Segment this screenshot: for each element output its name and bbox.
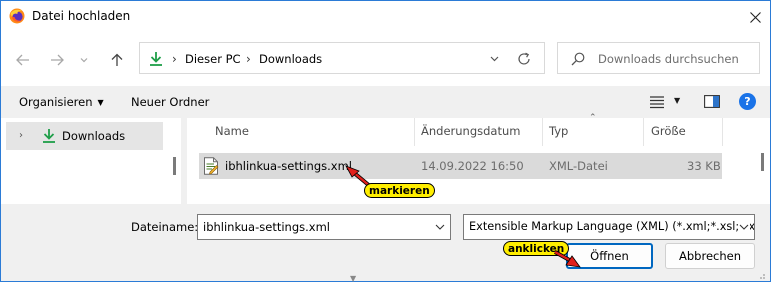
refresh-icon bbox=[518, 52, 530, 65]
column-header-date[interactable]: Änderungsdatum bbox=[421, 124, 520, 138]
breadcrumb-chevron-icon: › bbox=[172, 52, 177, 66]
dialog-footer: Dateiname: ibhlinkua-settings.xml Extens… bbox=[1, 204, 770, 282]
help-icon[interactable]: ? bbox=[739, 93, 756, 110]
title-bar: Datei hochladen bbox=[1, 1, 770, 32]
annotation-mark-label: markieren bbox=[364, 183, 435, 198]
address-row: › Dieser PC › Downloads Downloads durchs… bbox=[1, 32, 770, 86]
refresh-button[interactable] bbox=[515, 50, 533, 68]
preview-pane-icon[interactable] bbox=[704, 95, 720, 108]
nav-item-label: Downloads bbox=[62, 129, 126, 143]
cancel-button[interactable]: Abbrechen bbox=[665, 243, 755, 269]
organize-menu[interactable]: Organisieren ▼ bbox=[19, 95, 104, 109]
search-input[interactable]: Downloads durchsuchen bbox=[557, 42, 760, 74]
resize-handle-icon[interactable]: ▼ bbox=[350, 274, 356, 282]
caret-down-icon: ▼ bbox=[97, 98, 104, 107]
file-upload-dialog: Datei hochladen › Dieser PC › Downloads bbox=[0, 0, 771, 282]
file-size: 33 KB bbox=[687, 159, 721, 173]
window-title: Datei hochladen bbox=[32, 9, 131, 23]
column-divider[interactable] bbox=[414, 118, 415, 146]
annotation-arrow-click bbox=[554, 250, 581, 268]
filetype-value: Extensible Markup Language (XML) (*.xml;… bbox=[469, 220, 755, 233]
address-bar[interactable]: › Dieser PC › Downloads bbox=[139, 42, 545, 74]
resize-grip-icon[interactable] bbox=[756, 270, 766, 280]
nav-scrollbar-thumb[interactable] bbox=[173, 157, 176, 175]
file-list: Name Änderungsdatum Typ ⌃ Größe ibhlinku… bbox=[187, 113, 770, 204]
column-divider[interactable] bbox=[542, 118, 543, 146]
chevron-down-icon bbox=[490, 56, 498, 62]
organize-label: Organisieren bbox=[19, 95, 93, 109]
command-toolbar: Organisieren ▼ Neuer Ordner ▼ ? bbox=[1, 86, 770, 118]
search-placeholder: Downloads durchsuchen bbox=[598, 52, 739, 66]
xml-file-icon bbox=[204, 157, 219, 175]
forward-arrow-icon bbox=[51, 54, 64, 66]
sort-indicator-icon: ⌃ bbox=[589, 113, 597, 123]
file-date: 14.09.2022 16:50 bbox=[421, 159, 524, 173]
filename-label: Dateiname: bbox=[131, 220, 199, 234]
back-arrow-icon bbox=[16, 54, 29, 66]
column-divider[interactable] bbox=[722, 118, 723, 146]
file-row-selected[interactable]: ibhlinkua-settings.xml 14.09.2022 16:50 … bbox=[199, 153, 722, 179]
chevron-down-icon[interactable] bbox=[738, 221, 750, 233]
forward-button[interactable] bbox=[46, 49, 68, 71]
file-name: ibhlinkua-settings.xml bbox=[225, 159, 352, 173]
firefox-icon bbox=[9, 8, 25, 24]
chevron-down-icon[interactable] bbox=[434, 221, 446, 233]
up-arrow-icon bbox=[111, 53, 123, 66]
download-folder-icon bbox=[43, 129, 55, 143]
column-header-size[interactable]: Größe bbox=[651, 124, 686, 138]
nav-item-downloads[interactable]: › Downloads bbox=[6, 122, 163, 150]
new-folder-button[interactable]: Neuer Ordner bbox=[131, 95, 209, 109]
view-list-icon[interactable] bbox=[649, 95, 665, 109]
close-button[interactable] bbox=[742, 5, 768, 29]
column-divider[interactable] bbox=[643, 118, 644, 146]
expand-chevron-icon[interactable]: › bbox=[19, 130, 23, 141]
recent-locations-button[interactable] bbox=[77, 49, 91, 71]
chevron-down-icon bbox=[80, 58, 88, 63]
back-button[interactable] bbox=[12, 49, 34, 71]
navigation-pane: › Downloads bbox=[1, 118, 181, 204]
column-header-type[interactable]: Typ bbox=[549, 124, 568, 138]
file-type: XML-Datei bbox=[549, 159, 608, 173]
breadcrumb-chevron-icon: › bbox=[246, 52, 251, 66]
address-history-dropdown[interactable] bbox=[486, 51, 502, 67]
column-header-name[interactable]: Name bbox=[215, 124, 249, 138]
breadcrumb-this-pc[interactable]: Dieser PC bbox=[185, 52, 241, 66]
breadcrumb-downloads[interactable]: Downloads bbox=[259, 52, 322, 66]
search-icon bbox=[571, 52, 585, 66]
up-button[interactable] bbox=[106, 49, 128, 71]
filename-input[interactable]: ibhlinkua-settings.xml bbox=[197, 214, 451, 240]
file-scrollbar-thumb[interactable] bbox=[761, 153, 764, 171]
close-icon bbox=[749, 11, 761, 23]
filename-value: ibhlinkua-settings.xml bbox=[203, 220, 330, 234]
download-folder-icon bbox=[150, 52, 162, 66]
filetype-select[interactable]: Extensible Markup Language (XML) (*.xml;… bbox=[463, 214, 755, 240]
view-options-dropdown[interactable]: ▼ bbox=[674, 96, 680, 105]
